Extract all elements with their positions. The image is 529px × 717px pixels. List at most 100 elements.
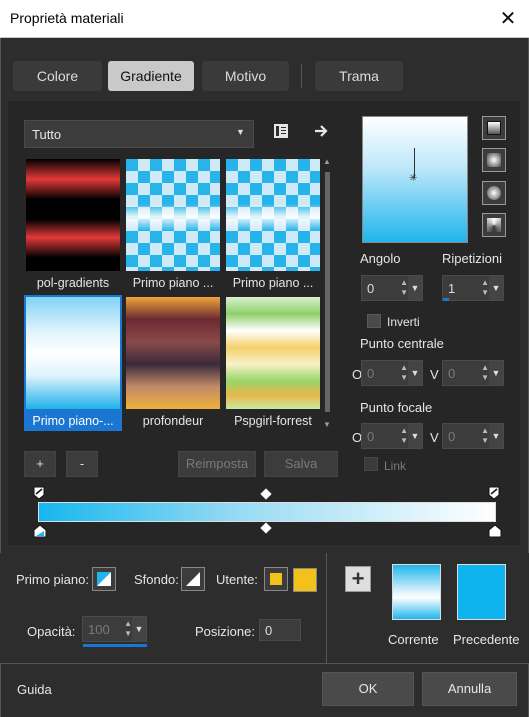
spin-down-icon[interactable]: ▼ [124, 629, 132, 638]
chevron-down-icon[interactable]: ▼ [489, 276, 503, 300]
opacity-spinner[interactable]: 100 ▲ ▼ ▼ [82, 616, 147, 642]
footer-divider [0, 663, 529, 664]
center-handle-icon[interactable]: ✳ [409, 173, 417, 184]
spin-up-icon[interactable]: ▲ [400, 426, 408, 435]
opacity-slider-fill[interactable] [83, 644, 147, 647]
gradient-swatch-highlight [226, 159, 320, 271]
repeats-spinner[interactable]: 1 ▲ ▼ ▼ [442, 275, 504, 301]
remove-gradient-button[interactable]: - [66, 451, 98, 477]
focal-o-spinner[interactable]: 0 ▲ ▼ ▼ [361, 423, 423, 449]
angle-value: 0 [367, 281, 375, 296]
chevron-down-icon[interactable]: ▼ [489, 424, 503, 448]
spin-down-icon[interactable]: ▼ [481, 436, 489, 445]
invert-checkbox[interactable] [367, 314, 381, 328]
chevron-down-icon[interactable]: ▼ [408, 361, 422, 385]
repeats-label: Ripetizioni [442, 251, 502, 266]
angle-spinner[interactable]: 0 ▲ ▼ ▼ [361, 275, 423, 301]
scroll-up-icon[interactable]: ▲ [323, 157, 331, 166]
spin-up-icon[interactable]: ▲ [481, 426, 489, 435]
gradient-tile[interactable]: Pspgirl-forrest [224, 295, 322, 431]
radial-style-icon[interactable] [482, 181, 506, 205]
add-to-swatches-button[interactable]: + [345, 566, 371, 592]
tab-motivo[interactable]: Motivo [202, 61, 289, 91]
spin-up-icon[interactable]: ▲ [481, 363, 489, 372]
sunburst-style-icon[interactable] [482, 213, 506, 237]
tile-label: Pspgirl-forrest [234, 414, 312, 428]
spin-up-icon[interactable]: ▲ [124, 619, 132, 628]
gradient-tile[interactable]: profondeur [124, 295, 222, 431]
chevron-down-icon[interactable]: ▼ [408, 424, 422, 448]
spin-down-icon[interactable]: ▼ [481, 373, 489, 382]
gradient-swatch [26, 159, 120, 271]
center-v-value: 0 [448, 366, 456, 381]
link-label: Link [384, 459, 407, 473]
spin-up-icon[interactable]: ▲ [400, 363, 408, 372]
previous-label: Precedente [453, 632, 520, 647]
gradient-tile[interactable]: Primo piano ... [224, 157, 322, 293]
gradient-tile[interactable]: pol-gradients [24, 157, 122, 293]
gradient-swatch [126, 297, 220, 409]
scroll-down-icon[interactable]: ▼ [323, 420, 331, 429]
chevron-down-icon[interactable]: ▼ [408, 276, 422, 300]
focal-v-value: 0 [448, 429, 456, 444]
foreground-label: Primo piano: [16, 572, 89, 587]
spin-up-icon[interactable]: ▲ [481, 278, 489, 287]
user-color-swatch[interactable] [293, 568, 317, 592]
tile-label: pol-gradients [36, 276, 110, 290]
center-v-spinner[interactable]: 0 ▲ ▼ ▼ [442, 360, 504, 386]
reset-button[interactable]: Reimposta [178, 451, 256, 477]
spin-down-icon[interactable]: ▼ [400, 288, 408, 297]
focal-o-value: 0 [367, 429, 375, 444]
tab-gradiente[interactable]: Gradiente [108, 61, 194, 91]
tile-label: Primo piano-... [32, 414, 114, 428]
cancel-button[interactable]: Annulla [422, 672, 517, 706]
focal-v-spinner[interactable]: 0 ▲ ▼ ▼ [442, 423, 504, 449]
gradient-library: pol-gradients Primo piano ... Primo pian… [22, 157, 322, 433]
gradient-swatch [26, 297, 120, 409]
user-swatch-small[interactable] [264, 567, 288, 591]
transparency-stop-icon[interactable] [488, 486, 500, 500]
ok-button[interactable]: OK [322, 672, 414, 706]
linear-style-icon[interactable] [482, 116, 506, 140]
help-link[interactable]: Guida [17, 682, 52, 697]
gradient-tile[interactable]: Primo piano ... [124, 157, 222, 293]
tile-label: profondeur [142, 414, 204, 428]
link-checkbox[interactable] [364, 457, 378, 471]
chevron-down-icon[interactable]: ▼ [489, 361, 503, 385]
arrow-right-icon[interactable] [313, 122, 331, 140]
color-stop-icon[interactable] [33, 524, 47, 538]
position-field[interactable]: 0 [259, 619, 301, 641]
angle-label: Angolo [360, 251, 401, 266]
spin-down-icon[interactable]: ▼ [400, 373, 408, 382]
current-material-swatch[interactable] [392, 564, 441, 620]
center-point-label: Punto centrale [360, 336, 444, 351]
scrollbar-thumb[interactable] [325, 172, 330, 412]
foreground-swatch[interactable] [92, 567, 116, 591]
previous-material-swatch[interactable] [457, 564, 506, 620]
close-icon[interactable]: ✕ [494, 5, 522, 33]
repeats-slider-fill [443, 298, 449, 301]
add-gradient-button[interactable]: + [24, 451, 56, 477]
gradient-editor-bar[interactable] [38, 502, 496, 522]
transparency-stop-icon[interactable] [33, 486, 45, 500]
background-label: Sfondo: [134, 572, 179, 587]
spin-up-icon[interactable]: ▲ [400, 278, 408, 287]
rectangular-style-icon[interactable] [482, 148, 506, 172]
window-title: Proprietà materiali [10, 10, 124, 26]
chevron-down-icon[interactable]: ▼ [132, 617, 146, 641]
tab-colore[interactable]: Colore [13, 61, 102, 91]
center-v-label: V [430, 367, 439, 382]
gradient-tile-selected[interactable]: Primo piano-... [24, 295, 122, 431]
save-button[interactable]: Salva [264, 451, 338, 477]
library-icon[interactable] [272, 122, 290, 140]
tab-trama[interactable]: Trama [315, 61, 403, 91]
background-swatch[interactable] [181, 567, 205, 591]
color-stop-icon[interactable] [488, 524, 502, 538]
spin-down-icon[interactable]: ▼ [481, 288, 489, 297]
opacity-label: Opacità: [27, 624, 76, 639]
user-label: Utente: [216, 572, 258, 587]
spin-down-icon[interactable]: ▼ [400, 436, 408, 445]
focal-v-label: V [430, 430, 439, 445]
opacity-value: 100 [88, 622, 110, 637]
center-o-spinner[interactable]: 0 ▲ ▼ ▼ [361, 360, 423, 386]
